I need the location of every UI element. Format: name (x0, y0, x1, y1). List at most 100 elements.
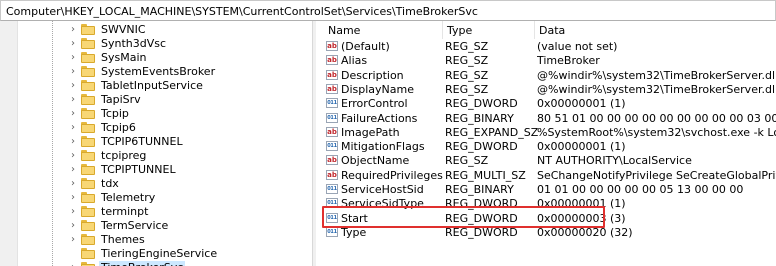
value-data: 80 51 01 00 00 00 00 00 00 00 00 00 03 0… (537, 111, 776, 125)
chevron-right-icon[interactable]: › (68, 164, 78, 175)
tree-item-label: tdx (101, 176, 119, 190)
chevron-right-icon[interactable]: › (68, 66, 78, 77)
chevron-right-icon[interactable]: › (68, 38, 78, 49)
folder-icon (81, 219, 95, 231)
value-row[interactable]: 011 FailureActions REG_BINARY 80 51 01 00 0… (316, 111, 776, 125)
column-header: Name Type Data (316, 21, 776, 39)
string-value-icon: ab (326, 155, 338, 166)
tree-item[interactable]: › TimeBrokerSvc (68, 260, 186, 266)
value-name: DisplayName (341, 82, 414, 96)
value-row[interactable]: ab ObjectName REG_SZ NT AUTHORITY\LocalServ… (316, 153, 776, 167)
tree-item-label: tcpipreg (101, 148, 147, 162)
tree-item-label: SysMain (101, 50, 147, 64)
folder-icon (81, 23, 95, 35)
chevron-right-icon[interactable]: › (68, 192, 78, 203)
column-divider[interactable] (442, 21, 443, 39)
chevron-right-icon[interactable]: › (68, 52, 78, 63)
folder-icon (81, 177, 95, 189)
value-row[interactable]: 011 ServiceHostSid REG_BINARY 01 01 00 00 0… (316, 182, 776, 196)
tree-item-label: Themes (101, 232, 145, 246)
chevron-right-icon[interactable]: › (68, 234, 78, 245)
tree-item-label: TermService (101, 218, 169, 232)
value-name: (Default) (341, 40, 390, 53)
value-name: Description (341, 68, 404, 82)
value-row[interactable]: ab RequiredPrivileges REG_MULTI_SZ SeChange… (316, 168, 776, 182)
address-bar[interactable]: Computer\HKEY_LOCAL_MACHINE\SYSTEM\Curre… (0, 0, 776, 21)
value-name: ServiceHostSid (341, 183, 424, 196)
column-divider[interactable] (534, 21, 535, 39)
chevron-right-icon[interactable]: › (68, 178, 78, 189)
binary-value-icon: 011 (326, 141, 338, 152)
column-data-header[interactable]: Data (539, 24, 565, 37)
tree-item-label: SWVNIC (101, 22, 146, 36)
value-type: REG_SZ (445, 40, 489, 53)
tree-item[interactable]: › SWVNIC (68, 22, 148, 36)
value-type: REG_SZ (445, 82, 489, 96)
tree-item-label: Synth3dVsc (101, 36, 167, 50)
tree-item[interactable]: › tdx (68, 176, 121, 190)
folder-icon (81, 121, 95, 133)
value-row[interactable]: ab Description REG_SZ @%windir%\system32\Ti… (316, 68, 776, 82)
tree-item[interactable]: › TermService (68, 218, 170, 232)
chevron-right-icon[interactable]: › (68, 206, 78, 217)
value-data: 0x00000001 (1) (537, 97, 626, 111)
value-name: MitigationFlags (341, 140, 425, 154)
tree-item[interactable]: › SystemEventsBroker (68, 64, 217, 78)
tree-scrollbar[interactable] (0, 21, 18, 266)
chevron-right-icon[interactable]: › (68, 80, 78, 91)
tree-item[interactable]: › Themes (68, 232, 147, 246)
string-value-icon: ab (326, 126, 338, 137)
chevron-right-icon[interactable]: › (68, 262, 78, 266)
key-tree-pane[interactable]: › SWVNIC › Synth3dVsc › SysMain › SystemEventsB… (0, 21, 312, 266)
tree-item-label: Tcpip6 (101, 120, 136, 134)
value-row[interactable]: ab ImagePath REG_EXPAND_SZ %SystemRoot%\sys… (316, 125, 776, 139)
column-name-header[interactable]: Name (328, 24, 360, 37)
chevron-right-icon[interactable]: › (68, 136, 78, 147)
folder-icon (81, 149, 95, 161)
binary-value-icon: 011 (326, 98, 338, 109)
tree-item[interactable]: › Telemetry (68, 190, 157, 204)
value-data: @%windir%\system32\TimeBrokerServer.dll,… (537, 82, 776, 96)
string-value-icon: ab (326, 41, 338, 51)
tree-item[interactable]: › Tcpip6 (68, 120, 138, 134)
tree-item-label: TimeBrokerSvc (99, 260, 186, 266)
folder-icon (81, 65, 95, 77)
tree-item[interactable]: › tcpipreg (68, 148, 148, 162)
tree-item[interactable]: ›TieringEngineService (68, 246, 219, 260)
value-row[interactable]: ab Alias REG_SZ TimeBroker (316, 53, 776, 67)
chevron-right-icon[interactable]: › (68, 150, 78, 161)
folder-icon (81, 261, 95, 266)
column-type-header[interactable]: Type (447, 24, 472, 37)
value-row[interactable]: ab (Default) REG_SZ (value not set) (316, 39, 776, 53)
folder-icon (81, 135, 95, 147)
chevron-right-icon[interactable]: › (68, 122, 78, 133)
chevron-right-icon[interactable]: › (68, 108, 78, 119)
tree-item[interactable]: › SysMain (68, 50, 148, 64)
chevron-right-icon[interactable]: › (68, 24, 78, 35)
tree-item[interactable]: › terminpt (68, 204, 150, 218)
tree-item[interactable]: › TCPIP6TUNNEL (68, 134, 185, 148)
tree-item-label: Telemetry (101, 190, 156, 204)
value-row[interactable]: 011 MitigationFlags REG_DWORD 0x00000001 (1… (316, 139, 776, 153)
tree-item-label: TapiSrv (101, 92, 141, 106)
tree-item[interactable]: › TabletInputService (68, 78, 205, 92)
values-pane[interactable]: Name Type Data ab (Default) REG_SZ (value n… (316, 21, 776, 266)
chevron-right-icon[interactable]: › (68, 94, 78, 105)
tree-item[interactable]: › TapiSrv (68, 92, 143, 106)
folder-icon (81, 163, 95, 175)
value-row[interactable]: ab DisplayName REG_SZ @%windir%\system32\Ti… (316, 82, 776, 96)
value-row[interactable]: 011 ErrorControl REG_DWORD 0x00000001 (1) (316, 96, 776, 110)
value-data: (value not set) (537, 40, 618, 53)
value-type: REG_DWORD (445, 140, 518, 154)
tree-item[interactable]: › Synth3dVsc (68, 36, 168, 50)
value-type: REG_EXPAND_SZ (445, 125, 539, 139)
tree-item[interactable]: › Tcpip (68, 106, 131, 120)
string-value-icon: ab (326, 55, 338, 66)
tree-item-label: TabletInputService (101, 78, 203, 92)
value-name: ObjectName (341, 154, 410, 168)
value-name: FailureActions (341, 111, 418, 125)
tree-item[interactable]: › TCPIPTUNNEL (68, 162, 178, 176)
chevron-right-icon[interactable]: › (68, 220, 78, 231)
string-value-icon: ab (326, 69, 338, 80)
tree-item-label: TCPIPTUNNEL (101, 162, 176, 176)
